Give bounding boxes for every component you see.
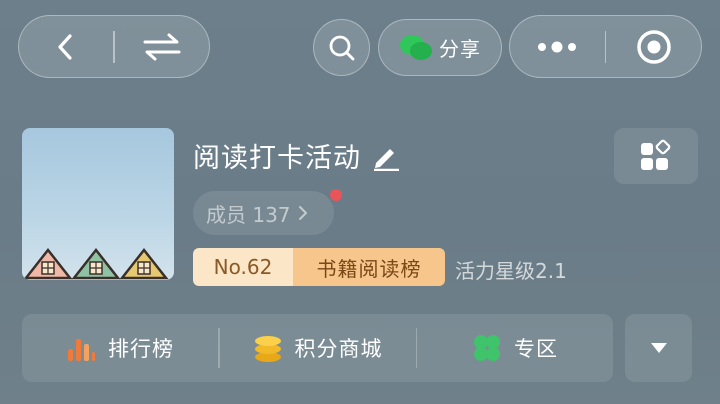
more-button[interactable] — [510, 16, 605, 77]
close-miniprogram-button[interactable] — [606, 16, 701, 77]
menu-item-label: 排行榜 — [108, 337, 174, 361]
bottom-menu-bar: 排行榜 积分商城 专区 — [22, 314, 613, 382]
vitality-level: 活力星级2.1 — [455, 259, 567, 283]
group-title-row: 阅读打卡活动 — [193, 136, 401, 175]
members-label: 成员 137 — [206, 202, 291, 227]
group-cover-image[interactable] — [22, 128, 174, 280]
expand-button[interactable] — [625, 314, 692, 382]
menu-item-label: 专区 — [514, 337, 558, 361]
search-button[interactable] — [313, 19, 370, 76]
coins-icon — [254, 336, 281, 362]
menu-item-label: 积分商城 — [294, 337, 383, 361]
back-arrow-icon — [58, 33, 72, 60]
group-title: 阅读打卡活动 — [193, 143, 361, 174]
target-circle-icon — [636, 29, 671, 64]
clover-icon — [474, 335, 500, 361]
members-button[interactable]: 成员 137 — [193, 191, 334, 235]
menu-item-zone[interactable]: 专区 — [417, 314, 613, 382]
rank-badge[interactable]: No.62 书籍阅读榜 — [193, 248, 445, 286]
chevron-right-icon — [298, 206, 307, 220]
wechat-icon — [400, 34, 432, 60]
share-button[interactable]: 分享 — [378, 19, 502, 76]
menu-item-leaderboard[interactable]: 排行榜 — [22, 314, 218, 382]
rank-board-name: 书籍阅读榜 — [293, 248, 445, 286]
bar-chart-icon — [68, 339, 95, 361]
apps-grid-icon — [641, 139, 671, 170]
notification-dot — [330, 189, 342, 201]
share-label: 分享 — [439, 37, 481, 61]
navigation-capsule — [18, 15, 210, 78]
switch-arrows-icon — [143, 33, 181, 60]
triangle-down-icon — [650, 343, 667, 353]
edit-pencil-icon[interactable] — [371, 141, 401, 171]
switch-button[interactable] — [115, 16, 209, 77]
back-button[interactable] — [19, 16, 113, 77]
search-icon — [329, 35, 354, 60]
houses-illustration — [23, 247, 169, 280]
menu-item-points-mall[interactable]: 积分商城 — [220, 314, 416, 382]
more-dots-icon — [538, 41, 577, 52]
apps-grid-button[interactable] — [614, 128, 698, 184]
menu-capsule — [509, 15, 702, 78]
rank-number: No.62 — [193, 248, 293, 286]
